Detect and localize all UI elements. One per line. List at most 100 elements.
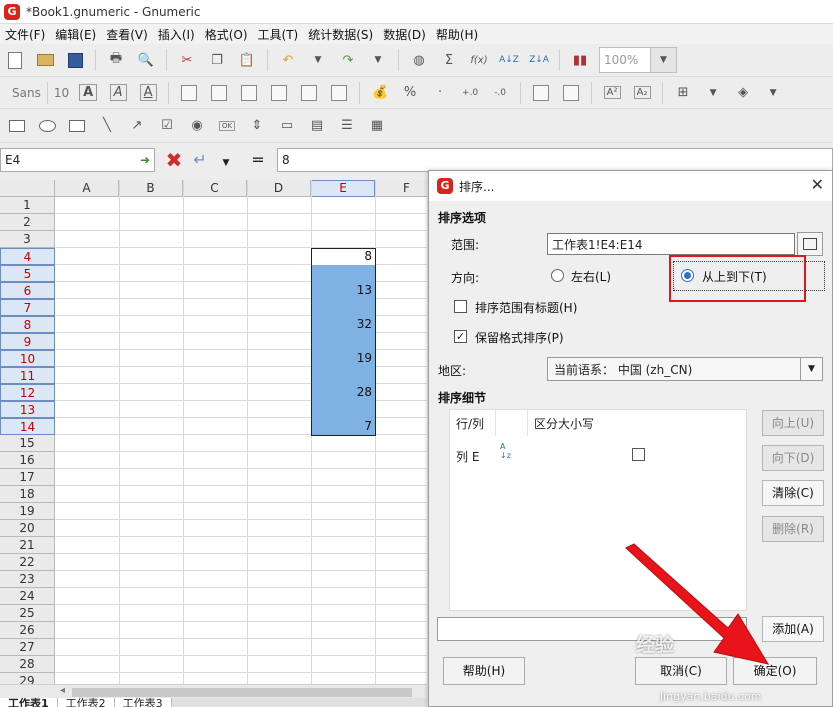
- increase-indent-button[interactable]: [558, 81, 584, 105]
- row-header-4[interactable]: 4: [0, 248, 55, 265]
- column-header-e[interactable]: E: [311, 180, 375, 197]
- formula-input[interactable]: 8: [277, 147, 833, 172]
- move-down-button[interactable]: 向下(D): [762, 445, 824, 471]
- sort-descending-button[interactable]: Z↓A: [526, 48, 552, 72]
- accept-entry-button[interactable]: ↵: [187, 150, 213, 169]
- row-header-6[interactable]: 6: [0, 282, 55, 299]
- cell-reference-box[interactable]: E4 ➜: [0, 147, 155, 172]
- radio-tool[interactable]: ◉: [184, 114, 210, 138]
- row-header-29[interactable]: 29: [0, 673, 55, 684]
- menu-insert[interactable]: 插入(I): [153, 26, 200, 43]
- menu-file[interactable]: 文件(F): [0, 26, 50, 43]
- merge-cells-button[interactable]: [266, 81, 292, 105]
- column-header-c[interactable]: C: [183, 180, 247, 197]
- button-tool[interactable]: OK: [214, 114, 240, 138]
- row-header-21[interactable]: 21: [0, 537, 55, 554]
- cancel-entry-button[interactable]: ✖: [161, 148, 187, 172]
- row-header-25[interactable]: 25: [0, 605, 55, 622]
- borders-button[interactable]: ⊞: [670, 81, 696, 105]
- center-across-button[interactable]: [296, 81, 322, 105]
- fill-color-dropdown[interactable]: ▼: [760, 81, 786, 105]
- column-header-b[interactable]: B: [119, 180, 183, 197]
- align-right-button[interactable]: [236, 81, 262, 105]
- font-size-box[interactable]: 10: [50, 86, 73, 100]
- chevron-down-icon[interactable]: ▼: [800, 358, 822, 380]
- delete-button[interactable]: 删除(R): [762, 516, 824, 542]
- sort-ascending-icon[interactable]: A ↓z: [500, 442, 511, 460]
- undo-dropdown[interactable]: ▼: [305, 48, 331, 72]
- checkbox-tool[interactable]: ☑: [154, 114, 180, 138]
- cell-e14[interactable]: 7: [312, 419, 372, 434]
- close-icon[interactable]: ✕: [811, 175, 824, 194]
- copy-button[interactable]: ❐: [204, 48, 230, 72]
- sheet-tab-1[interactable]: 工作表1: [0, 698, 58, 707]
- spreadsheet-grid[interactable]: A B C D E F 1 2 3 4 5 6 7 8 9 10 11 12 13 14 15 16 17 18 1…: [0, 180, 427, 684]
- row-header-10[interactable]: 10: [0, 350, 55, 367]
- borders-dropdown[interactable]: ▼: [700, 81, 726, 105]
- open-file-button[interactable]: [32, 48, 58, 72]
- cell-e4[interactable]: 8: [312, 249, 372, 264]
- cell-e6[interactable]: 13: [312, 283, 372, 298]
- menu-edit[interactable]: 编辑(E): [50, 26, 101, 43]
- direction-left-right-label[interactable]: 左右(L): [571, 268, 611, 285]
- subscript-button[interactable]: A₂: [629, 81, 655, 105]
- row-header-9[interactable]: 9: [0, 333, 55, 350]
- align-center-button[interactable]: [206, 81, 232, 105]
- cut-button[interactable]: ✂: [174, 48, 200, 72]
- row-header-19[interactable]: 19: [0, 503, 55, 520]
- italic-button[interactable]: A: [105, 81, 131, 105]
- row-header-26[interactable]: 26: [0, 622, 55, 639]
- row-header-22[interactable]: 22: [0, 554, 55, 571]
- paste-button[interactable]: 📋: [234, 48, 260, 72]
- row-header-23[interactable]: 23: [0, 571, 55, 588]
- row-header-27[interactable]: 27: [0, 639, 55, 656]
- cell-e8[interactable]: 32: [312, 317, 372, 332]
- column-header-a[interactable]: A: [55, 180, 119, 197]
- case-column-header[interactable]: 区分大小写: [528, 410, 748, 436]
- range-select-button[interactable]: [797, 232, 823, 256]
- move-up-button[interactable]: 向上(U): [762, 410, 824, 436]
- function-button[interactable]: f(x): [466, 48, 492, 72]
- menu-format[interactable]: 格式(O): [200, 26, 253, 43]
- scroll-left-icon[interactable]: ◂: [60, 685, 65, 696]
- case-sensitive-checkbox[interactable]: [632, 448, 645, 461]
- combo-tool[interactable]: ▤: [304, 114, 330, 138]
- zoom-dropdown[interactable]: ▼: [651, 47, 677, 73]
- cell-e10[interactable]: 19: [312, 351, 372, 366]
- menu-statistics[interactable]: 统计数据(S): [303, 26, 378, 43]
- rectangle-tool[interactable]: [4, 114, 30, 138]
- menu-help[interactable]: 帮助(H): [431, 26, 483, 43]
- row-header-13[interactable]: 13: [0, 401, 55, 418]
- split-cells-button[interactable]: [326, 81, 352, 105]
- decrease-indent-button[interactable]: [528, 81, 554, 105]
- arrow-tool[interactable]: ↗: [124, 114, 150, 138]
- row-header-24[interactable]: 24: [0, 588, 55, 605]
- row-header-28[interactable]: 28: [0, 656, 55, 673]
- row-header-18[interactable]: 18: [0, 486, 55, 503]
- frame-tool[interactable]: [64, 114, 90, 138]
- row-header-11[interactable]: 11: [0, 367, 55, 384]
- equals-button[interactable]: =: [245, 150, 271, 169]
- row-header-7[interactable]: 7: [0, 299, 55, 316]
- select-all-corner[interactable]: [0, 180, 55, 197]
- help-button[interactable]: 帮助(H): [443, 657, 525, 685]
- list-tool[interactable]: ☰: [334, 114, 360, 138]
- has-header-label[interactable]: 排序范围有标题(H): [475, 299, 577, 316]
- menu-tools[interactable]: 工具(T): [253, 26, 304, 43]
- keep-format-checkbox[interactable]: ✓: [454, 330, 467, 343]
- menu-data[interactable]: 数据(D): [378, 26, 431, 43]
- row-header-5[interactable]: 5: [0, 265, 55, 282]
- row-header-2[interactable]: 2: [0, 214, 55, 231]
- percent-button[interactable]: %: [397, 81, 423, 105]
- superscript-button[interactable]: A²: [599, 81, 625, 105]
- rowcol-column-header[interactable]: 行/列: [450, 410, 496, 436]
- increase-decimals-button[interactable]: +.0: [457, 81, 483, 105]
- redo-button[interactable]: ↷: [335, 48, 361, 72]
- zoom-input[interactable]: 100%: [599, 47, 651, 73]
- sum-button[interactable]: Σ: [436, 48, 462, 72]
- print-button[interactable]: 🖶: [103, 48, 129, 72]
- sheet-tab-2[interactable]: 工作表2: [57, 698, 115, 707]
- sort-ascending-button[interactable]: A↓Z: [496, 48, 522, 72]
- chart-button[interactable]: ▮▮: [567, 48, 593, 72]
- cell-e12[interactable]: 28: [312, 385, 372, 400]
